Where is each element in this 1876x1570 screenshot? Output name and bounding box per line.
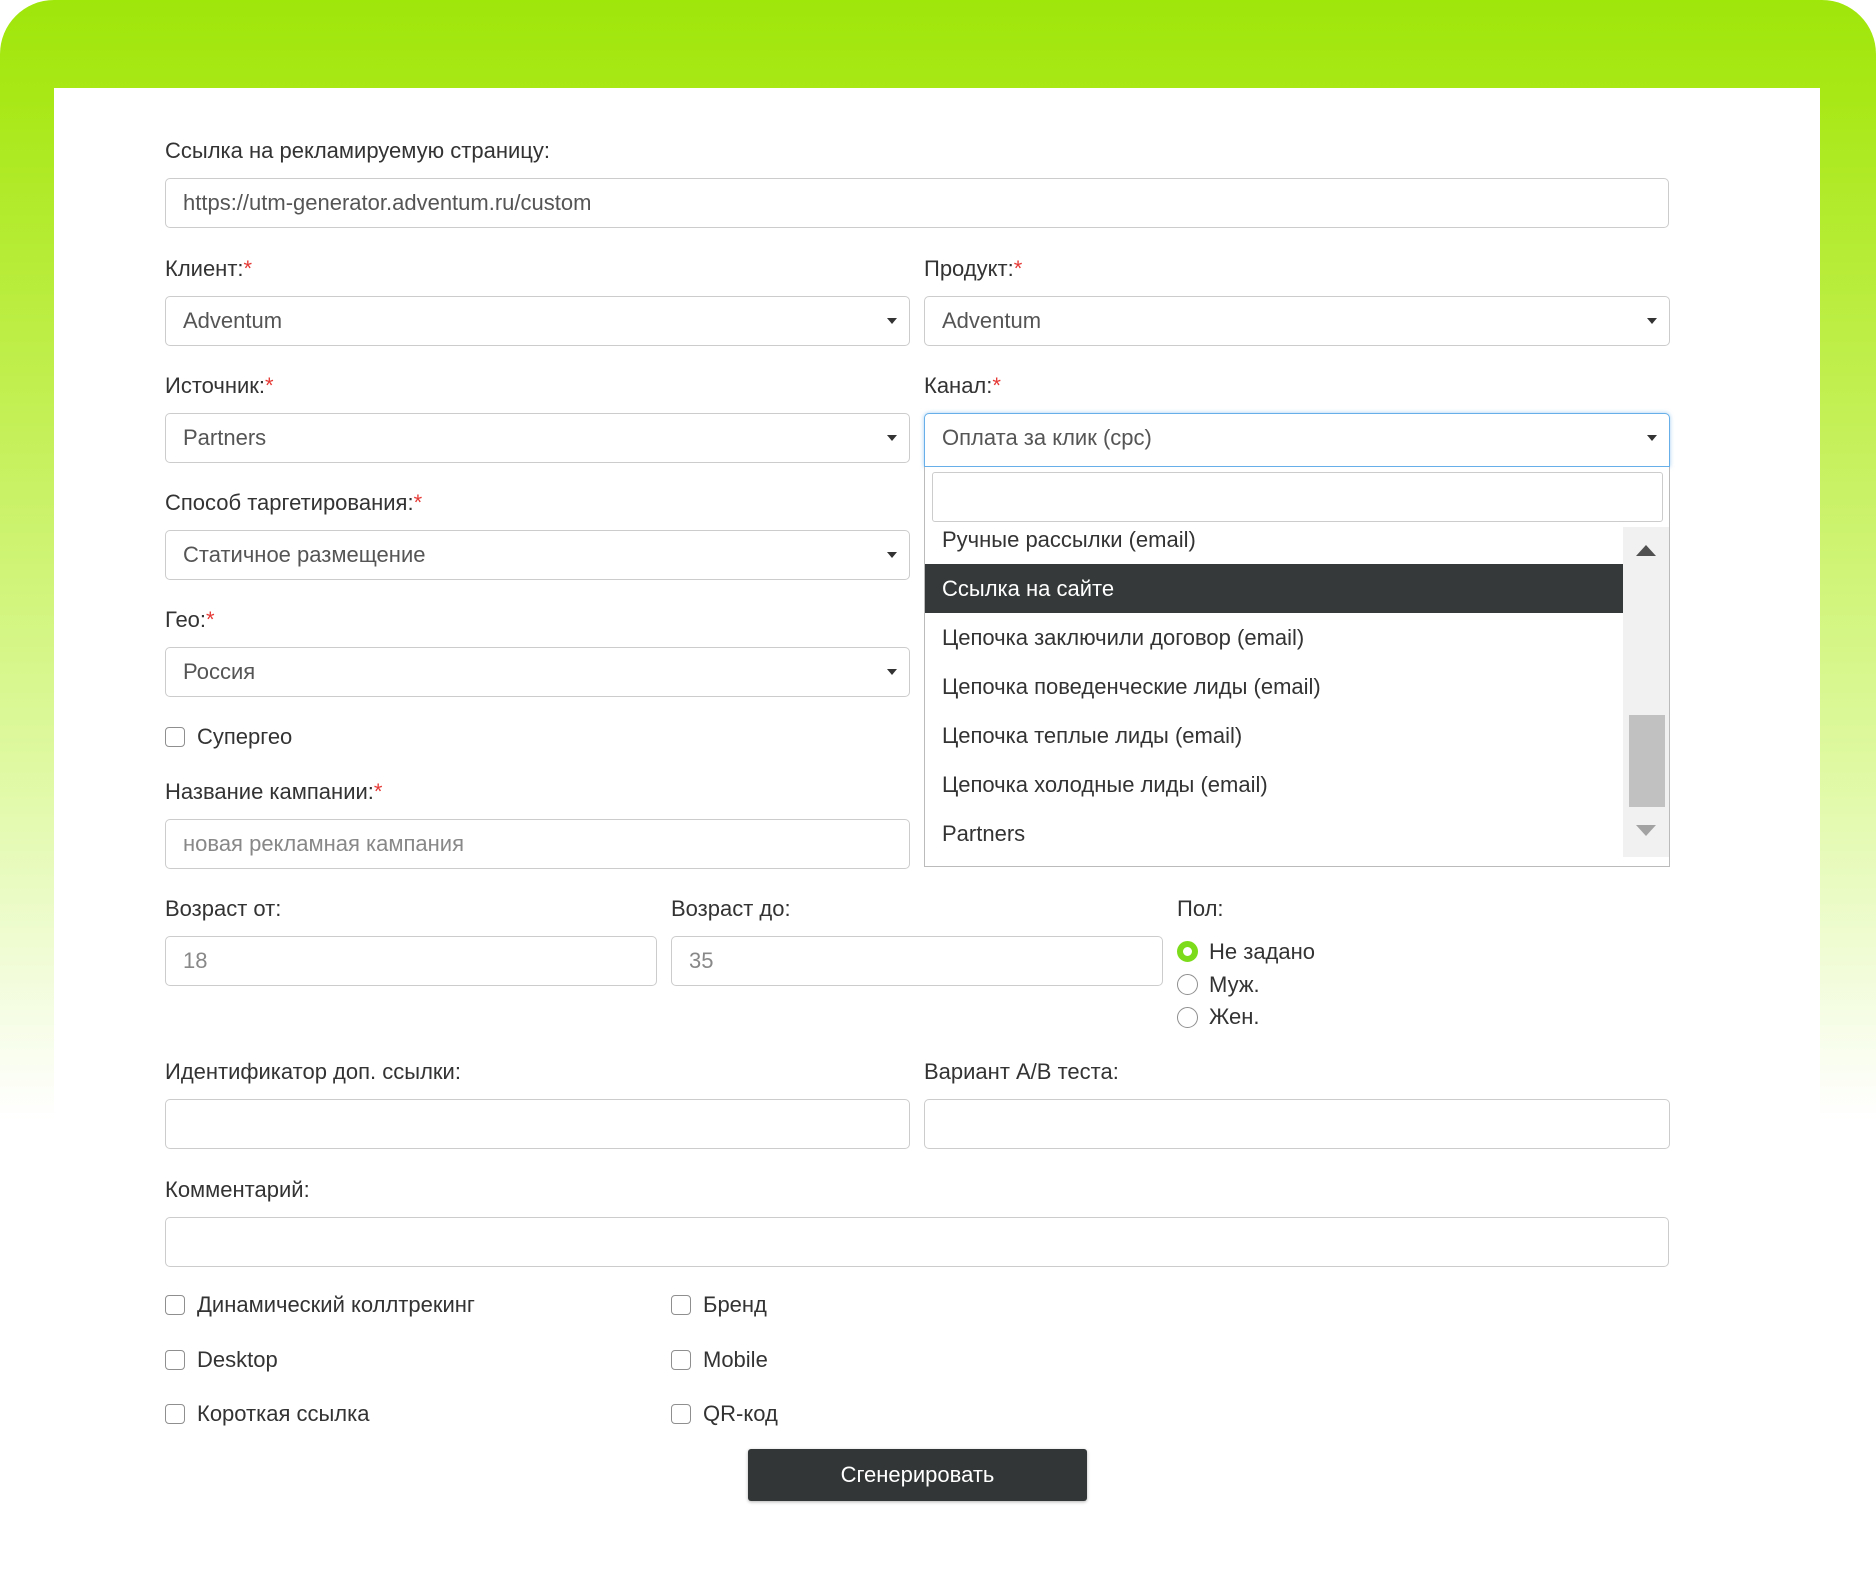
dropdown-search-input[interactable] <box>932 472 1663 522</box>
gender-radio-not-set[interactable] <box>1177 941 1198 962</box>
source-label-text: Источник: <box>165 373 266 398</box>
checkbox-label: QR-код <box>703 1401 778 1426</box>
extra-link-id-input[interactable] <box>165 1099 910 1149</box>
channel-select[interactable]: Оплата за клик (cpc) <box>924 413 1670 467</box>
client-value: Adventum <box>183 308 283 333</box>
checkbox-label: Desktop <box>197 1347 278 1372</box>
geo-label-text: Гео: <box>165 607 207 632</box>
client-label-text: Клиент: <box>165 256 244 281</box>
mobile-checkbox[interactable] <box>671 1350 691 1370</box>
dropdown-option[interactable]: Цепочка теплые лиды (email) <box>925 711 1625 760</box>
checkbox-label: Короткая ссылка <box>197 1401 370 1426</box>
scroll-down-arrow-icon[interactable] <box>1636 825 1656 836</box>
channel-value: Оплата за клик (cpc) <box>942 425 1152 450</box>
chevron-down-icon <box>887 552 897 558</box>
client-select[interactable]: Adventum <box>165 296 910 346</box>
required-star: * <box>1013 256 1023 281</box>
dropdown-option[interactable]: Partners <box>925 809 1625 857</box>
gender-option-label: Муж. <box>1209 972 1260 997</box>
age-from-input[interactable]: 18 <box>165 936 657 986</box>
source-label: Источник:* <box>165 373 274 399</box>
required-star: * <box>265 373 274 398</box>
gender-radio-female[interactable] <box>1177 1007 1198 1028</box>
dropdown-scrollbar[interactable] <box>1623 527 1669 857</box>
comment-label: Комментарий: <box>165 1177 310 1202</box>
chevron-down-icon <box>887 318 897 324</box>
dropdown-option-highlighted[interactable]: Ссылка на сайте <box>925 564 1625 613</box>
campaign-label-text: Название кампании: <box>165 779 374 804</box>
gender-option-label: Жен. <box>1209 1004 1260 1029</box>
comment-input[interactable] <box>165 1217 1669 1267</box>
checkbox-label: Динамический коллтрекинг <box>197 1292 475 1317</box>
required-star: * <box>243 256 253 281</box>
geo-select[interactable]: Россия <box>165 647 910 697</box>
age-to-input[interactable]: 35 <box>671 936 1163 986</box>
required-star: * <box>206 607 215 632</box>
client-label: Клиент:* <box>165 256 252 282</box>
chevron-down-icon <box>887 669 897 675</box>
product-value: Adventum <box>942 308 1042 333</box>
product-label: Продукт:* <box>924 256 1022 282</box>
product-select[interactable]: Adventum <box>924 296 1670 346</box>
brand-checkbox[interactable] <box>671 1295 691 1315</box>
targeting-select[interactable]: Статичное размещение <box>165 530 910 580</box>
chevron-down-icon <box>1647 435 1657 441</box>
chevron-down-icon <box>1647 318 1657 324</box>
gender-option-label: Не задано <box>1209 939 1316 964</box>
required-star: * <box>373 779 383 804</box>
short-link-checkbox[interactable] <box>165 1404 185 1424</box>
url-label: Ссылка на рекламируемую страницу: <box>165 138 550 163</box>
campaign-input[interactable]: новая рекламная кампания <box>165 819 910 869</box>
channel-label-text: Канал: <box>924 373 993 398</box>
url-input[interactable]: https://utm-generator.adventum.ru/custom <box>165 178 1669 228</box>
age-from-label: Возраст от: <box>165 896 282 921</box>
extra-link-id-label: Идентификатор доп. ссылки: <box>165 1059 461 1084</box>
dropdown-options-list: Ручные рассылки (email) Ссылка на сайте … <box>925 527 1625 857</box>
generate-button[interactable]: Сгенерировать <box>748 1449 1087 1501</box>
scrollbar-thumb[interactable] <box>1629 715 1665 807</box>
scroll-up-arrow-icon[interactable] <box>1636 545 1656 556</box>
desktop-checkbox[interactable] <box>165 1350 185 1370</box>
chevron-down-icon <box>887 435 897 441</box>
source-select[interactable]: Partners <box>165 413 910 463</box>
dropdown-option[interactable]: Цепочка холодные лиды (email) <box>925 760 1625 809</box>
age-to-label: Возраст до: <box>671 896 791 921</box>
supergeo-checkbox[interactable] <box>165 727 185 747</box>
product-label-text: Продукт: <box>924 256 1014 281</box>
channel-label: Канал:* <box>924 373 1001 399</box>
checkbox-label: Бренд <box>703 1292 767 1317</box>
required-star: * <box>413 490 423 515</box>
dropdown-option[interactable]: Ручные рассылки (email) <box>925 527 1625 564</box>
geo-label: Гео:* <box>165 607 215 633</box>
source-value: Partners <box>183 425 267 450</box>
dynamic-calltracking-checkbox[interactable] <box>165 1295 185 1315</box>
channel-dropdown: Ручные рассылки (email) Ссылка на сайте … <box>924 467 1670 867</box>
targeting-label: Способ таргетирования:* <box>165 490 422 516</box>
geo-value: Россия <box>183 659 256 684</box>
campaign-label: Название кампании:* <box>165 779 382 805</box>
ab-variant-input[interactable] <box>924 1099 1670 1149</box>
required-star: * <box>992 373 1001 398</box>
checkbox-label: Mobile <box>703 1347 768 1372</box>
dropdown-option[interactable]: Цепочка заключили договор (email) <box>925 613 1625 662</box>
gender-label: Пол: <box>1177 896 1224 921</box>
supergeo-label: Супергео <box>197 724 293 749</box>
targeting-label-text: Способ таргетирования: <box>165 490 414 515</box>
ab-variant-label: Вариант A/B теста: <box>924 1059 1119 1084</box>
targeting-value: Статичное размещение <box>183 542 426 567</box>
gender-radio-male[interactable] <box>1177 974 1198 995</box>
dropdown-option[interactable]: Цепочка поведенческие лиды (email) <box>925 662 1625 711</box>
qr-code-checkbox[interactable] <box>671 1404 691 1424</box>
